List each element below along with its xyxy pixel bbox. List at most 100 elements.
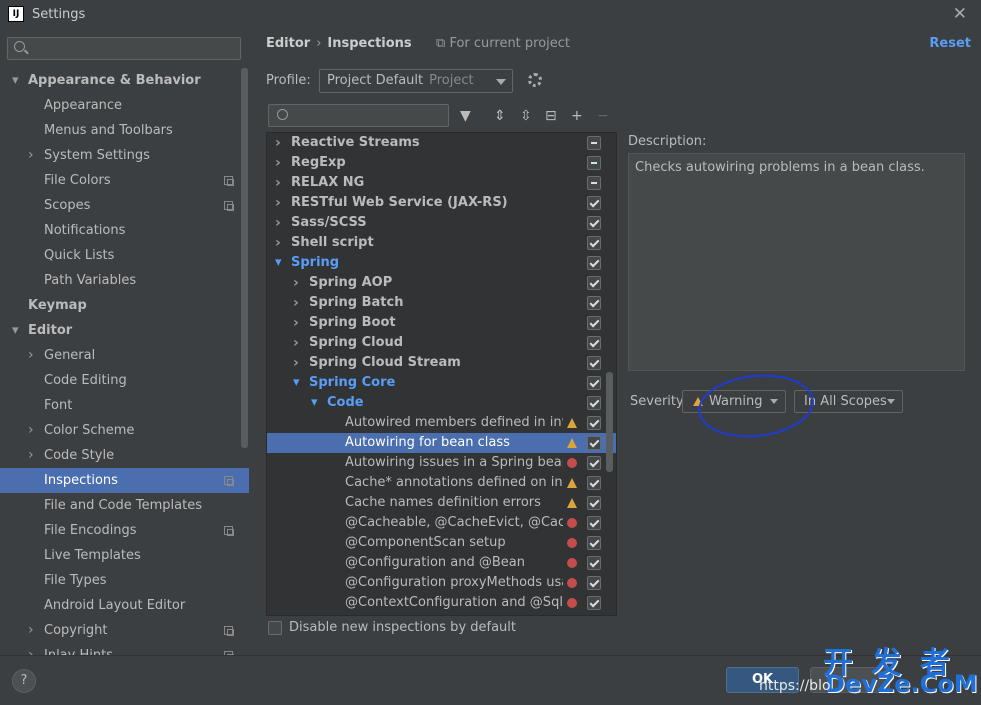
chevron-right-icon[interactable]: › (28, 643, 34, 655)
chevron-right-icon[interactable]: › (275, 133, 281, 153)
sidebar-item[interactable]: › Color Scheme (0, 418, 249, 443)
inspection-checkbox[interactable] (587, 536, 601, 550)
inspection-row[interactable]: › RegExp (267, 153, 616, 173)
sidebar-item[interactable]: Appearance (0, 93, 249, 118)
chevron-right-icon[interactable]: › (293, 353, 299, 373)
checkbox[interactable] (268, 620, 282, 635)
chevron-right-icon[interactable]: › (28, 443, 34, 468)
inspection-checkbox[interactable] (587, 176, 601, 190)
inspection-row[interactable]: › Reactive Streams (267, 133, 616, 153)
inspections-search-input[interactable] (268, 104, 449, 127)
profile-dropdown[interactable]: Project Default Project (319, 69, 513, 93)
chevron-right-icon[interactable]: › (28, 618, 34, 643)
inspection-checkbox[interactable] (587, 356, 601, 370)
inspection-row[interactable]: @Configuration and @Bean (267, 553, 616, 573)
inspection-row[interactable]: › RELAX NG (267, 173, 616, 193)
chevron-right-icon[interactable]: › (28, 143, 34, 168)
chevron-right-icon[interactable]: › (275, 153, 281, 173)
inspection-checkbox[interactable] (587, 516, 601, 530)
collapse-all-icon[interactable]: ⇳ (520, 108, 532, 124)
help-button[interactable]: ? (12, 669, 36, 693)
close-icon[interactable]: ✕ (953, 4, 967, 24)
settings-search-input[interactable] (7, 37, 241, 60)
add-icon[interactable]: + (571, 108, 583, 124)
inspection-checkbox[interactable] (587, 156, 601, 170)
chevron-down-icon[interactable]: ▾ (275, 253, 282, 273)
chevron-down-icon[interactable]: ▾ (293, 373, 300, 393)
inspection-row[interactable]: › Sass/SCSS (267, 213, 616, 233)
inspection-row[interactable]: › Shell script (267, 233, 616, 253)
inspection-checkbox[interactable] (587, 416, 601, 430)
chevron-right-icon[interactable]: › (275, 213, 281, 233)
inspection-row[interactable]: › Spring Cloud Stream (267, 353, 616, 373)
inspection-checkbox[interactable] (587, 296, 601, 310)
sidebar-item[interactable]: File and Code Templates (0, 493, 249, 518)
reset-to-empty-icon[interactable]: ⊟ (545, 108, 557, 124)
inspection-checkbox[interactable] (587, 136, 601, 150)
inspection-checkbox[interactable] (587, 576, 601, 590)
chevron-down-icon[interactable]: ▾ (311, 393, 318, 413)
sidebar-item[interactable]: Scopes (0, 193, 249, 218)
inspection-checkbox[interactable] (587, 336, 601, 350)
chevron-down-icon[interactable]: ▾ (12, 68, 19, 93)
expand-all-icon[interactable]: ⇕ (494, 108, 506, 124)
inspections-scrollbar[interactable] (606, 372, 613, 472)
inspection-checkbox[interactable] (587, 436, 601, 450)
inspection-checkbox[interactable] (587, 236, 601, 250)
sidebar-item[interactable]: Live Templates (0, 543, 249, 568)
inspection-checkbox[interactable] (587, 276, 601, 290)
inspection-checkbox[interactable] (587, 316, 601, 330)
filter-icon[interactable]: ▼ (460, 108, 471, 124)
gear-icon[interactable] (528, 73, 542, 87)
inspection-checkbox[interactable] (587, 396, 601, 410)
inspection-row[interactable]: › Spring Batch (267, 293, 616, 313)
inspection-row[interactable]: › RESTful Web Service (JAX-RS) (267, 193, 616, 213)
inspection-row[interactable]: Autowiring issues in a Spring bean class (267, 453, 616, 473)
sidebar-item[interactable]: Android Layout Editor (0, 593, 249, 618)
inspection-row[interactable]: @Configuration proxyMethods usage (267, 573, 616, 593)
chevron-right-icon[interactable]: › (293, 333, 299, 353)
chevron-down-icon[interactable]: ▾ (12, 318, 19, 343)
inspection-row[interactable]: Autowired members defined in invalid Spr… (267, 413, 616, 433)
sidebar-item[interactable]: › Copyright (0, 618, 249, 643)
inspection-checkbox[interactable] (587, 456, 601, 470)
inspection-checkbox[interactable] (587, 376, 601, 390)
chevron-right-icon[interactable]: › (293, 313, 299, 333)
sidebar-item[interactable]: › Code Style (0, 443, 249, 468)
chevron-right-icon[interactable]: › (275, 193, 281, 213)
inspection-row[interactable]: Cache* annotations defined on interface/… (267, 473, 616, 493)
sidebar-item[interactable]: File Types (0, 568, 249, 593)
sidebar-item[interactable]: Code Editing (0, 368, 249, 393)
sidebar-item[interactable]: Menus and Toolbars (0, 118, 249, 143)
inspection-row[interactable]: @Cacheable, @CacheEvict, @CachePut (267, 513, 616, 533)
sidebar-scrollbar[interactable] (241, 68, 248, 448)
sidebar-item[interactable]: › Inlay Hints (0, 643, 249, 655)
sidebar-item[interactable]: Font (0, 393, 249, 418)
inspection-checkbox[interactable] (587, 196, 601, 210)
inspection-row[interactable]: ▾ Spring (267, 253, 616, 273)
disable-new-inspections-checkbox[interactable]: Disable new inspections by default (268, 620, 516, 635)
inspection-checkbox[interactable] (587, 256, 601, 270)
chevron-right-icon[interactable]: › (275, 233, 281, 253)
sidebar-item[interactable]: › System Settings (0, 143, 249, 168)
inspection-row[interactable]: › Spring Boot (267, 313, 616, 333)
sidebar-item[interactable]: Keymap (0, 293, 249, 318)
sidebar-item[interactable]: File Colors (0, 168, 249, 193)
reset-link[interactable]: Reset (929, 36, 971, 51)
sidebar-item[interactable]: Inspections (0, 468, 249, 493)
chevron-right-icon[interactable]: › (275, 173, 281, 193)
sidebar-item[interactable]: ▾ Editor (0, 318, 249, 343)
inspection-row[interactable]: Cache names definition errors (267, 493, 616, 513)
inspection-checkbox[interactable] (587, 556, 601, 570)
sidebar-item[interactable]: ▾ Appearance & Behavior (0, 68, 249, 93)
breadcrumb-editor[interactable]: Editor (266, 36, 310, 51)
sidebar-item[interactable]: Quick Lists (0, 243, 249, 268)
inspection-row[interactable]: @ComponentScan setup (267, 533, 616, 553)
chevron-right-icon[interactable]: › (28, 343, 34, 368)
sidebar-item[interactable]: › General (0, 343, 249, 368)
sidebar-item[interactable]: File Encodings (0, 518, 249, 543)
remove-icon[interactable]: − (597, 108, 609, 124)
inspection-row[interactable]: @ContextConfiguration and @SqlConfig (267, 593, 616, 613)
inspection-checkbox[interactable] (587, 216, 601, 230)
inspection-row[interactable]: Autowiring for bean class (267, 433, 616, 453)
